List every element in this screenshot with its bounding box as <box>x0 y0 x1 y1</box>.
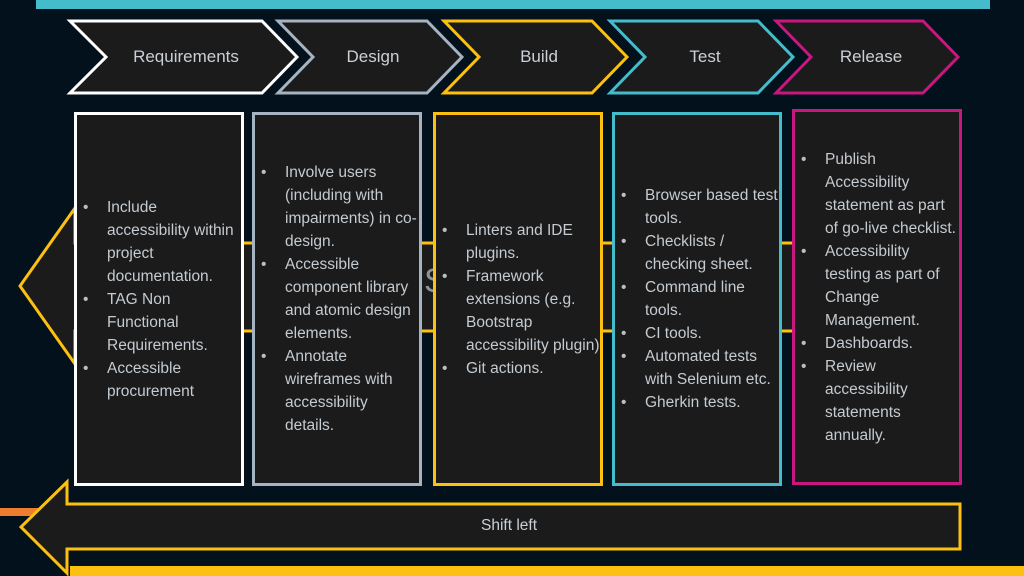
shift-left-arrow <box>18 478 962 576</box>
shift-left-label: Shift left <box>481 517 537 534</box>
